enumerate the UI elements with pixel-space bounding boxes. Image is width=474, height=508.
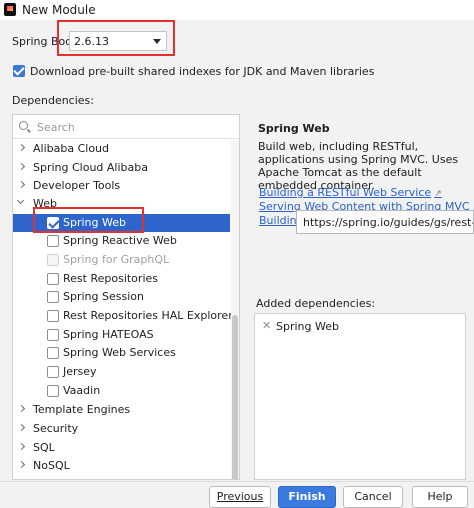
added-dependency-item: Spring Web [276, 320, 339, 333]
spring-for-graphql-checkbox [47, 254, 59, 266]
tree-group-label: Developer Tools [33, 179, 121, 192]
window-title: New Module [22, 3, 96, 17]
tree-group-nosql[interactable]: NoSQL [13, 457, 230, 475]
chevron-down-icon [16, 196, 25, 205]
rest-repositories-checkbox[interactable] [47, 273, 59, 285]
dependencies-tree-panel: Alibaba Cloud Spring Cloud Alibaba Devel… [12, 114, 240, 480]
rest-repositories-hal-explorer-checkbox[interactable] [47, 310, 59, 322]
chevron-right-icon [17, 143, 26, 152]
details-description: Build web, including RESTful, applicatio… [258, 140, 459, 192]
tree-item-spring-for-graphql: Spring for GraphQL [13, 251, 230, 269]
external-link-icon: ↗ [434, 189, 442, 199]
spring-reactive-web-checkbox[interactable] [47, 235, 59, 247]
help-button[interactable]: Help [412, 486, 468, 508]
tree-group-label: Template Engines [33, 403, 131, 416]
search-icon [19, 121, 28, 130]
tree-item-vaadin[interactable]: Vaadin [13, 382, 230, 400]
help-button-label: Help [427, 490, 453, 503]
tree-item-label: Spring Session [63, 290, 144, 303]
tree-group-developer-tools[interactable]: Developer Tools [13, 177, 230, 195]
tree-item-spring-hateoas[interactable]: Spring HATEOAS [13, 326, 230, 344]
cancel-button-label: Cancel [354, 490, 392, 503]
highlight-box-spring-web [33, 207, 144, 233]
tree-group-alibaba-cloud[interactable]: Alibaba Cloud [13, 140, 230, 158]
dependency-search-input[interactable] [37, 119, 227, 135]
spring-session-checkbox[interactable] [47, 291, 59, 303]
finish-button-label: Finish [288, 490, 326, 503]
link-text: Building a RESTful Web Service [259, 186, 432, 199]
tree-group-spring-cloud-alibaba[interactable]: Spring Cloud Alibaba [13, 159, 230, 177]
tree-item-rest-repositories[interactable]: Rest Repositories [13, 270, 230, 288]
jersey-checkbox[interactable] [47, 366, 59, 378]
chevron-right-icon [17, 442, 26, 451]
vaadin-checkbox[interactable] [47, 385, 59, 397]
highlight-box-version [57, 20, 175, 56]
tree-group-security[interactable]: Security [13, 420, 230, 438]
tree-item-spring-reactive-web[interactable]: Spring Reactive Web [13, 232, 230, 250]
download-indexes-label: Download pre-built shared indexes for JD… [30, 65, 375, 78]
tree-item-label: Rest Repositories [63, 272, 158, 285]
tree-group-sql[interactable]: SQL [13, 439, 230, 457]
added-dependencies-label: Added dependencies: [256, 297, 376, 310]
previous-button-label: Previous [216, 490, 264, 503]
link-building-restful-web-service[interactable]: Building a RESTful Web Service ↗ [259, 186, 442, 199]
tree-item-label: Spring Reactive Web [63, 234, 177, 247]
tree-item-label: Rest Repositories HAL Explorer [63, 309, 233, 322]
previous-button[interactable]: Previous [209, 486, 271, 508]
tree-item-label: Spring for GraphQL [63, 253, 170, 266]
search-bar [13, 115, 239, 139]
chevron-right-icon [17, 460, 26, 469]
tree-group-label: Alibaba Cloud [33, 142, 110, 155]
details-title: Spring Web [258, 122, 330, 135]
added-dependencies-list: ✕ Spring Web [254, 313, 466, 480]
tree-item-label: Vaadin [63, 384, 101, 397]
spring-web-services-checkbox[interactable] [47, 347, 59, 359]
remove-dependency-icon[interactable]: ✕ [262, 319, 271, 332]
finish-button[interactable]: Finish [278, 486, 336, 508]
tree-group-label: Security [33, 422, 79, 435]
chevron-right-icon [17, 180, 26, 189]
url-tooltip: https://spring.io/guides/gs/rest-service… [296, 210, 474, 234]
dependencies-label: Dependencies: [12, 94, 94, 107]
tree-item-label: Spring HATEOAS [63, 328, 154, 341]
tree-group-label: Spring Cloud Alibaba [33, 161, 148, 174]
tree-group-label: NoSQL [33, 459, 70, 472]
spring-hateoas-checkbox[interactable] [47, 329, 59, 341]
tree-group-template-engines[interactable]: Template Engines [13, 401, 230, 419]
title-bar: New Module [0, 0, 474, 20]
cancel-button[interactable]: Cancel [343, 486, 403, 508]
tree-item-label: Jersey [63, 365, 97, 378]
chevron-right-icon [17, 404, 26, 413]
tree-item-spring-web-services[interactable]: Spring Web Services [13, 344, 230, 362]
download-indexes-checkbox[interactable] [13, 65, 25, 77]
tree-item-jersey[interactable]: Jersey [13, 363, 230, 381]
tree-item-spring-session[interactable]: Spring Session [13, 288, 230, 306]
chevron-right-icon [17, 423, 26, 432]
tree-item-label: Spring Web Services [63, 346, 176, 359]
tree-group-label: SQL [33, 441, 55, 454]
intellij-app-icon [4, 3, 16, 16]
chevron-right-icon [17, 162, 26, 171]
tree-item-rest-repositories-hal-explorer[interactable]: Rest Repositories HAL Explorer [13, 307, 233, 325]
scrollbar-thumb[interactable] [232, 315, 238, 479]
